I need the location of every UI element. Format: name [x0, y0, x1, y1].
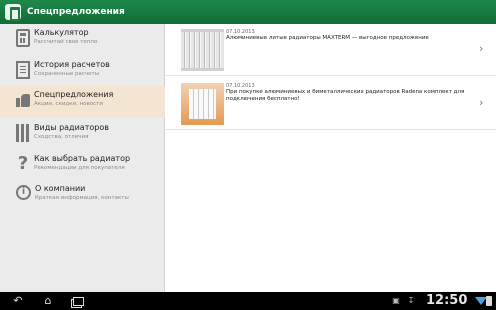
sidebar-item-subtitle: Рекомендации для покупателя — [34, 165, 125, 171]
radiator-icon — [16, 124, 30, 142]
system-navigation-bar: ↶ ⌂ ▣ ↧ 12:50 — [0, 292, 496, 310]
page-title: Спецпредложения — [27, 7, 125, 17]
sidebar-item-title: О компании — [35, 184, 86, 193]
usb-icon: ↧ — [407, 296, 415, 305]
offer-thumbnail — [181, 83, 224, 125]
offer-title: Алюминиевые литые радиаторы MAXTERM — вы… — [226, 35, 429, 41]
clock: 12:50 — [426, 293, 468, 308]
battery-icon — [486, 296, 492, 306]
back-icon[interactable]: ↶ — [8, 294, 28, 308]
sidebar-item-subtitle: Краткая информация, контакты — [35, 195, 129, 201]
sidebar-item-title: История расчетов — [34, 60, 110, 69]
sidebar-menu: Калькулятор Рассчитай свое тепло История… — [0, 24, 165, 292]
calculator-icon — [16, 29, 30, 47]
history-icon — [16, 61, 30, 79]
sidebar-item-special-offers[interactable]: Спецпредложения Акции, скидки, новости — [0, 86, 165, 118]
app-header: Спецпредложения — [0, 0, 496, 24]
offer-item[interactable]: 07.10.2013 При покупке алюминиевых и бим… — [166, 78, 496, 130]
android-icon: ▣ — [392, 296, 400, 305]
offer-thumbnail — [181, 29, 224, 71]
sidebar-item-subtitle: Акции, скидки, новости — [34, 101, 103, 107]
sidebar-item-subtitle: Рассчитай свое тепло — [34, 39, 98, 45]
offers-list: 07.10.2013 Алюминиевые литые радиаторы M… — [166, 24, 496, 292]
sidebar-item-subtitle: Сохраненные расчеты — [34, 71, 100, 77]
recent-apps-icon[interactable] — [68, 294, 88, 308]
offer-item[interactable]: 07.10.2013 Алюминиевые литые радиаторы M… — [166, 24, 496, 76]
sidebar-item-title: Спецпредложения — [34, 90, 114, 99]
info-icon: i — [16, 185, 31, 200]
sidebar-item-radiator-types[interactable]: Виды радиаторов Сходства, отличия — [0, 119, 165, 151]
thumbs-up-icon — [16, 91, 30, 109]
offer-title: При покупке алюминиевых и биметаллически… — [226, 89, 465, 102]
app-logo-icon[interactable] — [5, 4, 21, 21]
chevron-right-icon: › — [479, 96, 484, 109]
sidebar-item-history[interactable]: История расчетов Сохраненные расчеты — [0, 56, 165, 88]
home-icon[interactable]: ⌂ — [38, 294, 58, 308]
sidebar-item-title: Как выбрать радиатор — [34, 154, 131, 163]
chevron-right-icon: › — [479, 42, 484, 55]
question-icon: ? — [17, 153, 29, 174]
sidebar-item-about[interactable]: i О компании Краткая информация, контакт… — [0, 180, 165, 212]
sidebar-item-title: Калькулятор — [34, 28, 89, 37]
sidebar-item-how-to-choose[interactable]: ? Как выбрать радиатор Рекомендации для … — [0, 150, 165, 182]
sidebar-item-title: Виды радиаторов — [34, 123, 109, 132]
sidebar-item-calculator[interactable]: Калькулятор Рассчитай свое тепло — [0, 24, 165, 56]
sidebar-item-subtitle: Сходства, отличия — [34, 134, 89, 140]
